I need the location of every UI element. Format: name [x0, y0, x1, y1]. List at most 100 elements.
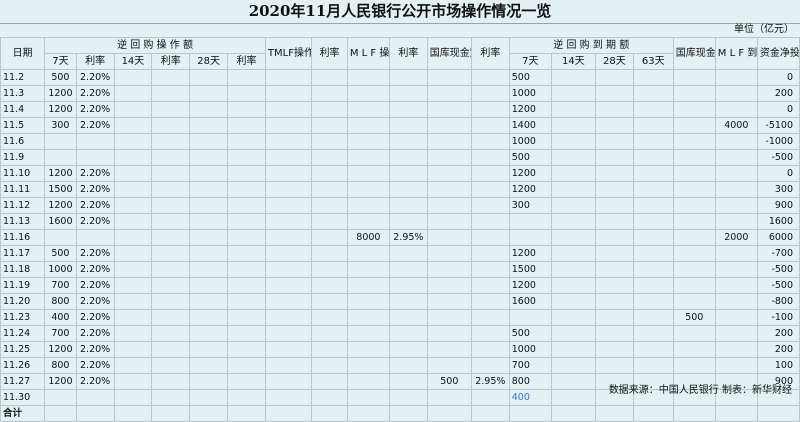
cell-mlf	[346, 389, 390, 406]
cell-empty	[311, 405, 348, 422]
cell-net: -700	[756, 245, 800, 262]
cell-due7: 700	[508, 357, 552, 374]
cell-empty	[550, 309, 596, 326]
cell-empty	[632, 197, 674, 214]
cell-tdep	[426, 357, 472, 374]
cell-empty	[227, 117, 266, 134]
cell-empty	[632, 309, 674, 326]
cell-net: -500	[756, 149, 800, 166]
cell-due7: 500	[508, 149, 552, 166]
sub-28d-rate: 利率	[227, 53, 266, 70]
cell-date: 11.19	[0, 277, 46, 294]
cell-rr7: 1000	[44, 261, 77, 278]
cell-rr7: 700	[44, 325, 77, 342]
cell-net: -5100	[756, 117, 800, 134]
cell-empty	[632, 341, 674, 358]
cell-empty	[227, 293, 266, 310]
cell-tdep	[426, 133, 472, 150]
header-tmlf: TMLF操作	[264, 37, 313, 70]
source-note: 数据来源：中国人民银行 制表：新华财经	[608, 385, 792, 396]
sub-7d-rate: 利率	[75, 53, 115, 70]
cell-tdep	[426, 261, 472, 278]
sub-14d: 14天	[113, 53, 153, 70]
cell-tdeprate	[470, 69, 510, 86]
cell-tdue	[672, 133, 716, 150]
cell-date: 11.10	[0, 165, 46, 182]
cell-empty	[113, 389, 153, 406]
cell-empty	[227, 389, 266, 406]
cell-mlfrate	[388, 101, 428, 118]
cell-tdeprate	[470, 389, 510, 406]
table-row: 11.17 500 2.20% 1200 -700	[0, 245, 800, 262]
cell-empty	[550, 277, 596, 294]
cell-empty	[113, 69, 153, 86]
cell-empty	[189, 101, 229, 118]
cell-empty	[594, 357, 634, 374]
cell-empty	[151, 181, 191, 198]
header-tmlf-rate: 利率	[311, 37, 348, 70]
cell-rr7rate: 2.20%	[75, 245, 115, 262]
cell-empty	[151, 389, 191, 406]
cell-empty	[189, 213, 229, 230]
cell-due7: 1600	[508, 293, 552, 310]
cell-net: 0	[756, 165, 800, 182]
cell-empty	[264, 261, 313, 278]
cell-empty	[264, 117, 313, 134]
cell-mlf	[346, 133, 390, 150]
cell-empty	[189, 325, 229, 342]
sub-due-28d: 28天	[594, 53, 634, 70]
table-row: 11.5 300 2.20% 1400 4000 -5100	[0, 117, 800, 134]
cell-empty	[594, 277, 634, 294]
cell-mlfrate	[388, 213, 428, 230]
cell-mlfrate	[388, 117, 428, 134]
cell-rr7rate: 2.20%	[75, 213, 115, 230]
cell-empty	[227, 101, 266, 118]
cell-empty	[550, 133, 596, 150]
cell-rr7: 1200	[44, 165, 77, 182]
cell-date: 11.25	[0, 341, 46, 358]
cell-tdeprate	[470, 325, 510, 342]
cell-tdue	[672, 229, 716, 246]
cell-empty	[113, 245, 153, 262]
cell-net: 900	[756, 197, 800, 214]
cell-date: 11.3	[0, 85, 46, 102]
cell-due7	[508, 213, 552, 230]
cell-empty	[264, 133, 313, 150]
cell-tdeprate	[470, 309, 510, 326]
cell-empty	[594, 165, 634, 182]
cell-tdep	[426, 389, 472, 406]
cell-net: 1600	[756, 213, 800, 230]
cell-empty	[311, 341, 348, 358]
cell-empty	[311, 357, 348, 374]
cell-mlfrate: 2.95%	[388, 229, 428, 246]
cell-empty	[151, 117, 191, 134]
cell-tdue	[672, 261, 716, 278]
cell-rr7rate: 2.20%	[75, 277, 115, 294]
cell-tdep	[426, 245, 472, 262]
cell-empty	[113, 325, 153, 342]
cell-empty	[264, 341, 313, 358]
cell-mlfrate	[388, 373, 428, 390]
cell-mlfdue	[714, 213, 758, 230]
cell-rr7: 1600	[44, 213, 77, 230]
cell-mlfdue	[714, 261, 758, 278]
cell-rr7	[44, 229, 77, 246]
cell-rr7rate	[75, 133, 115, 150]
cell-tdue	[672, 165, 716, 182]
cell-date: 11.11	[0, 181, 46, 198]
cell-empty	[227, 325, 266, 342]
cell-due7: 1000	[508, 341, 552, 358]
cell-empty	[594, 245, 634, 262]
cell-tdeprate	[470, 357, 510, 374]
cell-due7: 1500	[508, 261, 552, 278]
cell-empty	[632, 149, 674, 166]
table-row: 11.23 400 2.20% 500 -100	[0, 309, 800, 326]
cell-empty	[264, 149, 313, 166]
cell-empty	[113, 309, 153, 326]
cell-date: 11.26	[0, 357, 46, 374]
cell-rr7: 1200	[44, 85, 77, 102]
cell-mlf	[346, 357, 390, 374]
cell-date: 11.6	[0, 133, 46, 150]
cell-rr7: 500	[44, 245, 77, 262]
cell-tdue	[672, 325, 716, 342]
